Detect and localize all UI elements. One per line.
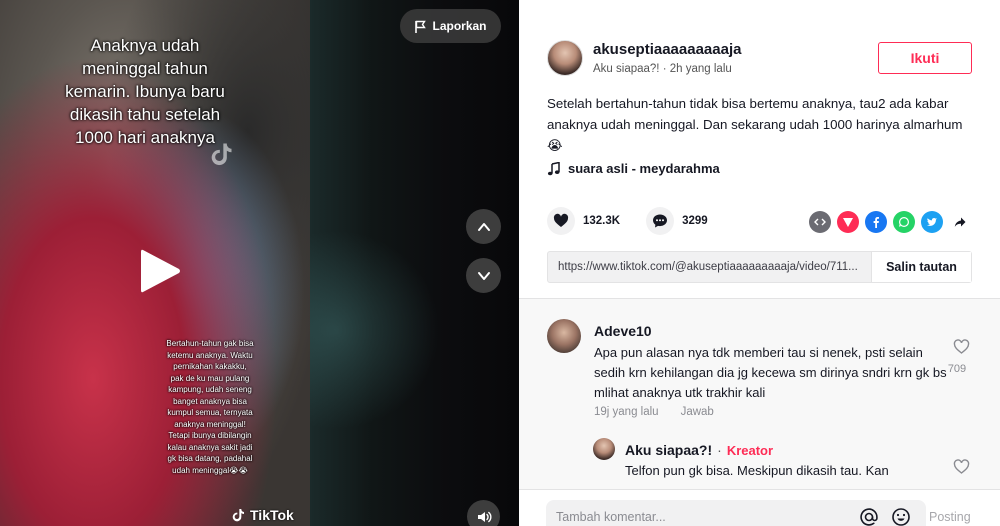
creator-badge: Kreator xyxy=(726,442,774,458)
whatsapp-share-button[interactable] xyxy=(893,211,915,233)
like-count: 132.3K xyxy=(583,215,621,227)
author-subline: Aku siapaa?! · 2h yang lalu xyxy=(593,63,741,75)
post-time: 2h yang lalu xyxy=(669,63,732,75)
video-description: Setelah bertahun-tahun tidak bisa bertem… xyxy=(547,96,963,153)
author-avatar[interactable] xyxy=(547,40,583,76)
video-overlay-caption: Bertahun-tahun gak bisa ketemu anaknya. … xyxy=(166,339,254,475)
video-url[interactable]: https://www.tiktok.com/@akuseptiaaaaaaaa… xyxy=(548,252,871,282)
whatsapp-icon xyxy=(898,216,910,228)
comment-count: 3299 xyxy=(682,215,708,227)
heart-icon xyxy=(553,213,569,227)
emoji-button[interactable] xyxy=(891,507,911,526)
tiktok-watermark-icon xyxy=(211,143,232,166)
previous-video-button[interactable] xyxy=(466,209,501,244)
emoji-icon xyxy=(892,508,910,526)
music-link[interactable]: suara asli - meydarahma xyxy=(547,161,720,176)
comment-like-button[interactable] xyxy=(951,339,971,360)
comment-meta: 19j yang lalu Jawab xyxy=(594,406,714,418)
video-overlay-title: Anaknya udah meninggal tahun kemarin. Ib… xyxy=(65,36,225,147)
comment-bar: Posting xyxy=(519,489,1000,526)
video-link-box: https://www.tiktok.com/@akuseptiaaaaaaaa… xyxy=(547,251,972,283)
video-info-panel: akuseptiaaaaaaaaaja Aku siapaa?! · 2h ya… xyxy=(519,0,1000,526)
author-username[interactable]: akuseptiaaaaaaaaaja xyxy=(593,41,741,58)
heart-outline-icon xyxy=(953,339,969,354)
like-button[interactable] xyxy=(547,207,575,235)
comment-time: 19j yang lalu xyxy=(594,406,659,418)
tiktok-video-page: Anaknya udah meninggal tahun kemarin. Ib… xyxy=(0,0,1000,526)
embed-icon xyxy=(814,218,826,226)
reply-text: Telfon pun gk bisa. Meskipun dikasih tau… xyxy=(625,463,889,478)
play-icon xyxy=(141,249,180,293)
comment-text: Apa pun alasan nya tdk memberi tau si ne… xyxy=(594,345,947,400)
author-separator: · xyxy=(662,63,667,75)
twitter-icon xyxy=(927,217,937,226)
next-video-button[interactable] xyxy=(466,258,501,293)
author-meta: akuseptiaaaaaaaaaja Aku siapaa?! · 2h ya… xyxy=(593,41,741,75)
post-comment-button[interactable]: Posting xyxy=(929,510,971,524)
reply-author: Aku siapaa?! · Kreator xyxy=(625,442,773,458)
mention-button[interactable] xyxy=(859,507,879,526)
tiktok-logo-text: TikTok xyxy=(250,507,294,523)
chevron-up-icon xyxy=(477,222,490,231)
send-to-friends-icon xyxy=(843,218,853,227)
send-to-friends-button[interactable] xyxy=(837,211,859,233)
twitter-share-button[interactable] xyxy=(921,211,943,233)
play-button[interactable] xyxy=(137,246,183,296)
embed-button[interactable] xyxy=(809,211,831,233)
music-title: suara asli - meydarahma xyxy=(568,161,720,176)
engagement-stats: 132.3K 3299 xyxy=(547,207,734,235)
volume-icon xyxy=(477,511,491,522)
reply-button[interactable]: Jawab xyxy=(681,406,714,418)
author-nickname: Aku siapaa?! xyxy=(593,63,660,75)
comment-bubble-icon xyxy=(653,214,668,228)
flag-icon xyxy=(415,20,427,33)
music-note-icon xyxy=(547,161,560,175)
volume-button[interactable] xyxy=(467,500,500,526)
share-arrow-icon xyxy=(954,217,966,227)
comment-button[interactable] xyxy=(646,207,675,235)
report-button[interactable]: Laporkan xyxy=(400,9,501,43)
share-options xyxy=(809,211,971,233)
reply-author-name[interactable]: Aku siapaa?! xyxy=(625,442,712,458)
video-player[interactable]: Anaknya udah meninggal tahun kemarin. Ib… xyxy=(0,0,519,526)
commenter-name[interactable]: Adeve10 xyxy=(594,323,652,339)
facebook-icon xyxy=(873,217,879,228)
tiktok-logo-icon xyxy=(232,509,244,522)
author-info[interactable]: akuseptiaaaaaaaaaja Aku siapaa?! · 2h ya… xyxy=(547,40,741,76)
copy-link-button[interactable]: Salin tautan xyxy=(871,252,971,282)
comment-list[interactable]: Adeve10 Apa pun alasan nya tdk memberi t… xyxy=(519,299,1000,489)
more-share-button[interactable] xyxy=(949,211,971,233)
chevron-down-icon xyxy=(477,271,490,280)
reply-like-button[interactable] xyxy=(951,459,971,480)
video-frame[interactable]: Anaknya udah meninggal tahun kemarin. Ib… xyxy=(0,0,310,526)
reply-author-avatar[interactable] xyxy=(593,438,615,460)
commenter-avatar[interactable] xyxy=(547,319,581,353)
heart-outline-icon xyxy=(953,459,969,474)
at-sign-icon xyxy=(860,508,878,526)
follow-button[interactable]: Ikuti xyxy=(878,42,972,74)
report-label: Laporkan xyxy=(432,19,487,33)
comment-like-count: 709 xyxy=(947,363,967,375)
facebook-share-button[interactable] xyxy=(865,211,887,233)
reply-separator: · xyxy=(717,442,722,458)
tiktok-logo-watermark: TikTok xyxy=(230,506,294,524)
